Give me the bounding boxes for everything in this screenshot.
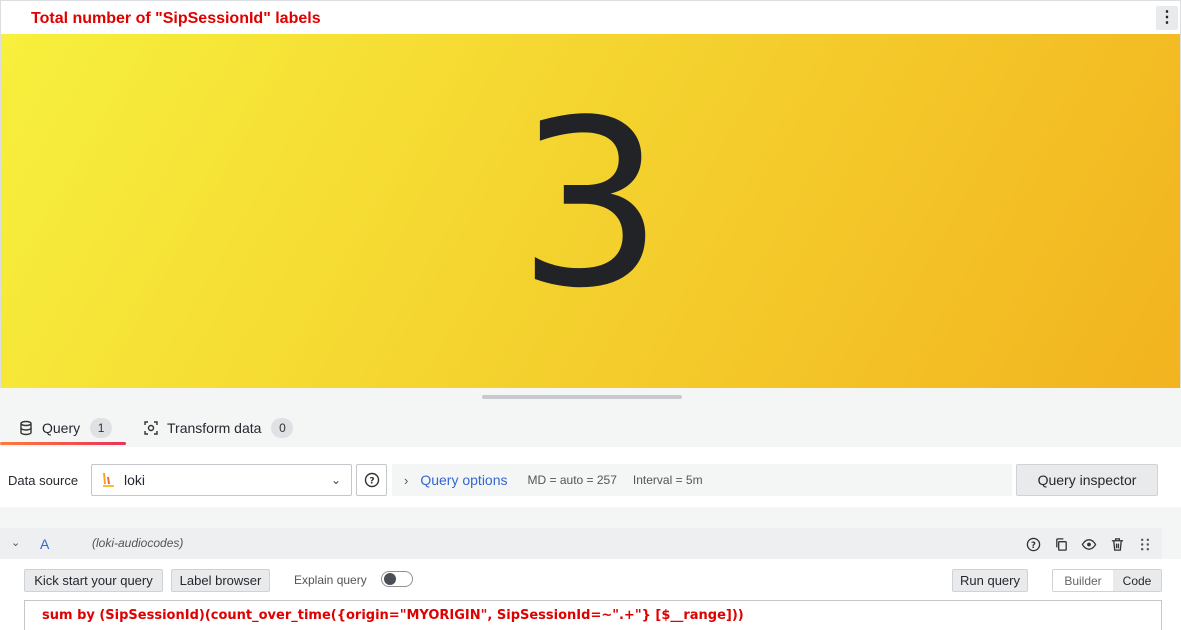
tab-transform-count: 0 — [271, 418, 294, 438]
explain-query-label: Explain query — [294, 573, 367, 587]
svg-text:?: ? — [1031, 539, 1036, 549]
run-query-button[interactable]: Run query — [952, 569, 1028, 592]
query-options-md: MD = auto = 257 — [527, 473, 617, 487]
query-options-interval: Interval = 5m — [632, 473, 703, 487]
tab-transform-data[interactable]: Transform data 0 — [143, 408, 294, 448]
panel-title: Total number of "SipSessionId" labels — [31, 10, 321, 27]
editor-tabs: Query 1 Transform data 0 — [0, 408, 1181, 448]
help-circle-icon: ? — [364, 472, 379, 488]
query-row-header: ⌄ A (loki-audiocodes) ? — [0, 528, 1162, 559]
trash-icon[interactable] — [1108, 535, 1126, 553]
editor-mode-switch: Builder Code — [1052, 569, 1162, 592]
query-options-toggle[interactable]: › Query options MD = auto = 257 Interval… — [392, 464, 1012, 496]
stat-value: 3 — [517, 72, 664, 339]
svg-text:?: ? — [369, 477, 374, 487]
datasource-picker[interactable]: loki ⌄ — [91, 464, 352, 496]
kick-start-query-button[interactable]: Kick start your query — [24, 569, 163, 592]
stat-value-area: 3 — [1, 34, 1180, 388]
query-ref-id[interactable]: A — [40, 536, 49, 552]
chevron-right-icon: › — [404, 472, 409, 488]
stat-panel: Total number of "SipSessionId" labels ⋮ … — [0, 0, 1181, 388]
code-mode-option[interactable]: Code — [1113, 570, 1161, 591]
query-row-actions: ? — [1024, 535, 1154, 553]
label-browser-button[interactable]: Label browser — [171, 569, 270, 592]
tab-query-count: 1 — [90, 418, 113, 438]
duplicate-icon[interactable] — [1052, 535, 1070, 553]
query-editor-body: Kick start your query Label browser Expl… — [0, 559, 1181, 630]
database-icon — [20, 420, 32, 436]
builder-mode-option[interactable]: Builder — [1053, 570, 1113, 591]
query-datasource-name: (loki-audiocodes) — [92, 536, 184, 550]
toggle-knob — [384, 573, 396, 585]
collapse-chevron-icon[interactable]: ⌄ — [11, 536, 20, 549]
query-code-input[interactable]: sum by (SipSessionId)(count_over_time({o… — [24, 600, 1162, 630]
active-tab-indicator — [0, 442, 126, 445]
datasource-selected: loki — [124, 472, 146, 488]
transform-icon — [144, 421, 158, 435]
explain-query-toggle[interactable] — [381, 571, 413, 587]
query-options-title: Query options — [420, 472, 508, 488]
query-inspector-button[interactable]: Query inspector — [1016, 464, 1158, 496]
drag-handle-icon[interactable] — [1136, 535, 1154, 553]
tab-transform-label: Transform data — [167, 420, 262, 436]
datasource-help-button[interactable]: ? — [356, 464, 387, 496]
help-icon[interactable]: ? — [1024, 535, 1042, 553]
chevron-down-icon: ⌄ — [330, 473, 341, 487]
datasource-label: Data source — [8, 473, 79, 488]
loki-logo-icon — [103, 473, 114, 487]
panel-header: Total number of "SipSessionId" labels ⋮ — [1, 1, 1180, 34]
panel-resize-handle[interactable] — [482, 395, 682, 399]
tab-query-label: Query — [42, 420, 81, 436]
eye-icon[interactable] — [1080, 535, 1098, 553]
vertical-dots-icon[interactable]: ⋮ — [1156, 6, 1178, 30]
datasource-row: Data source loki ⌄ ? › Query options MD … — [0, 447, 1181, 507]
